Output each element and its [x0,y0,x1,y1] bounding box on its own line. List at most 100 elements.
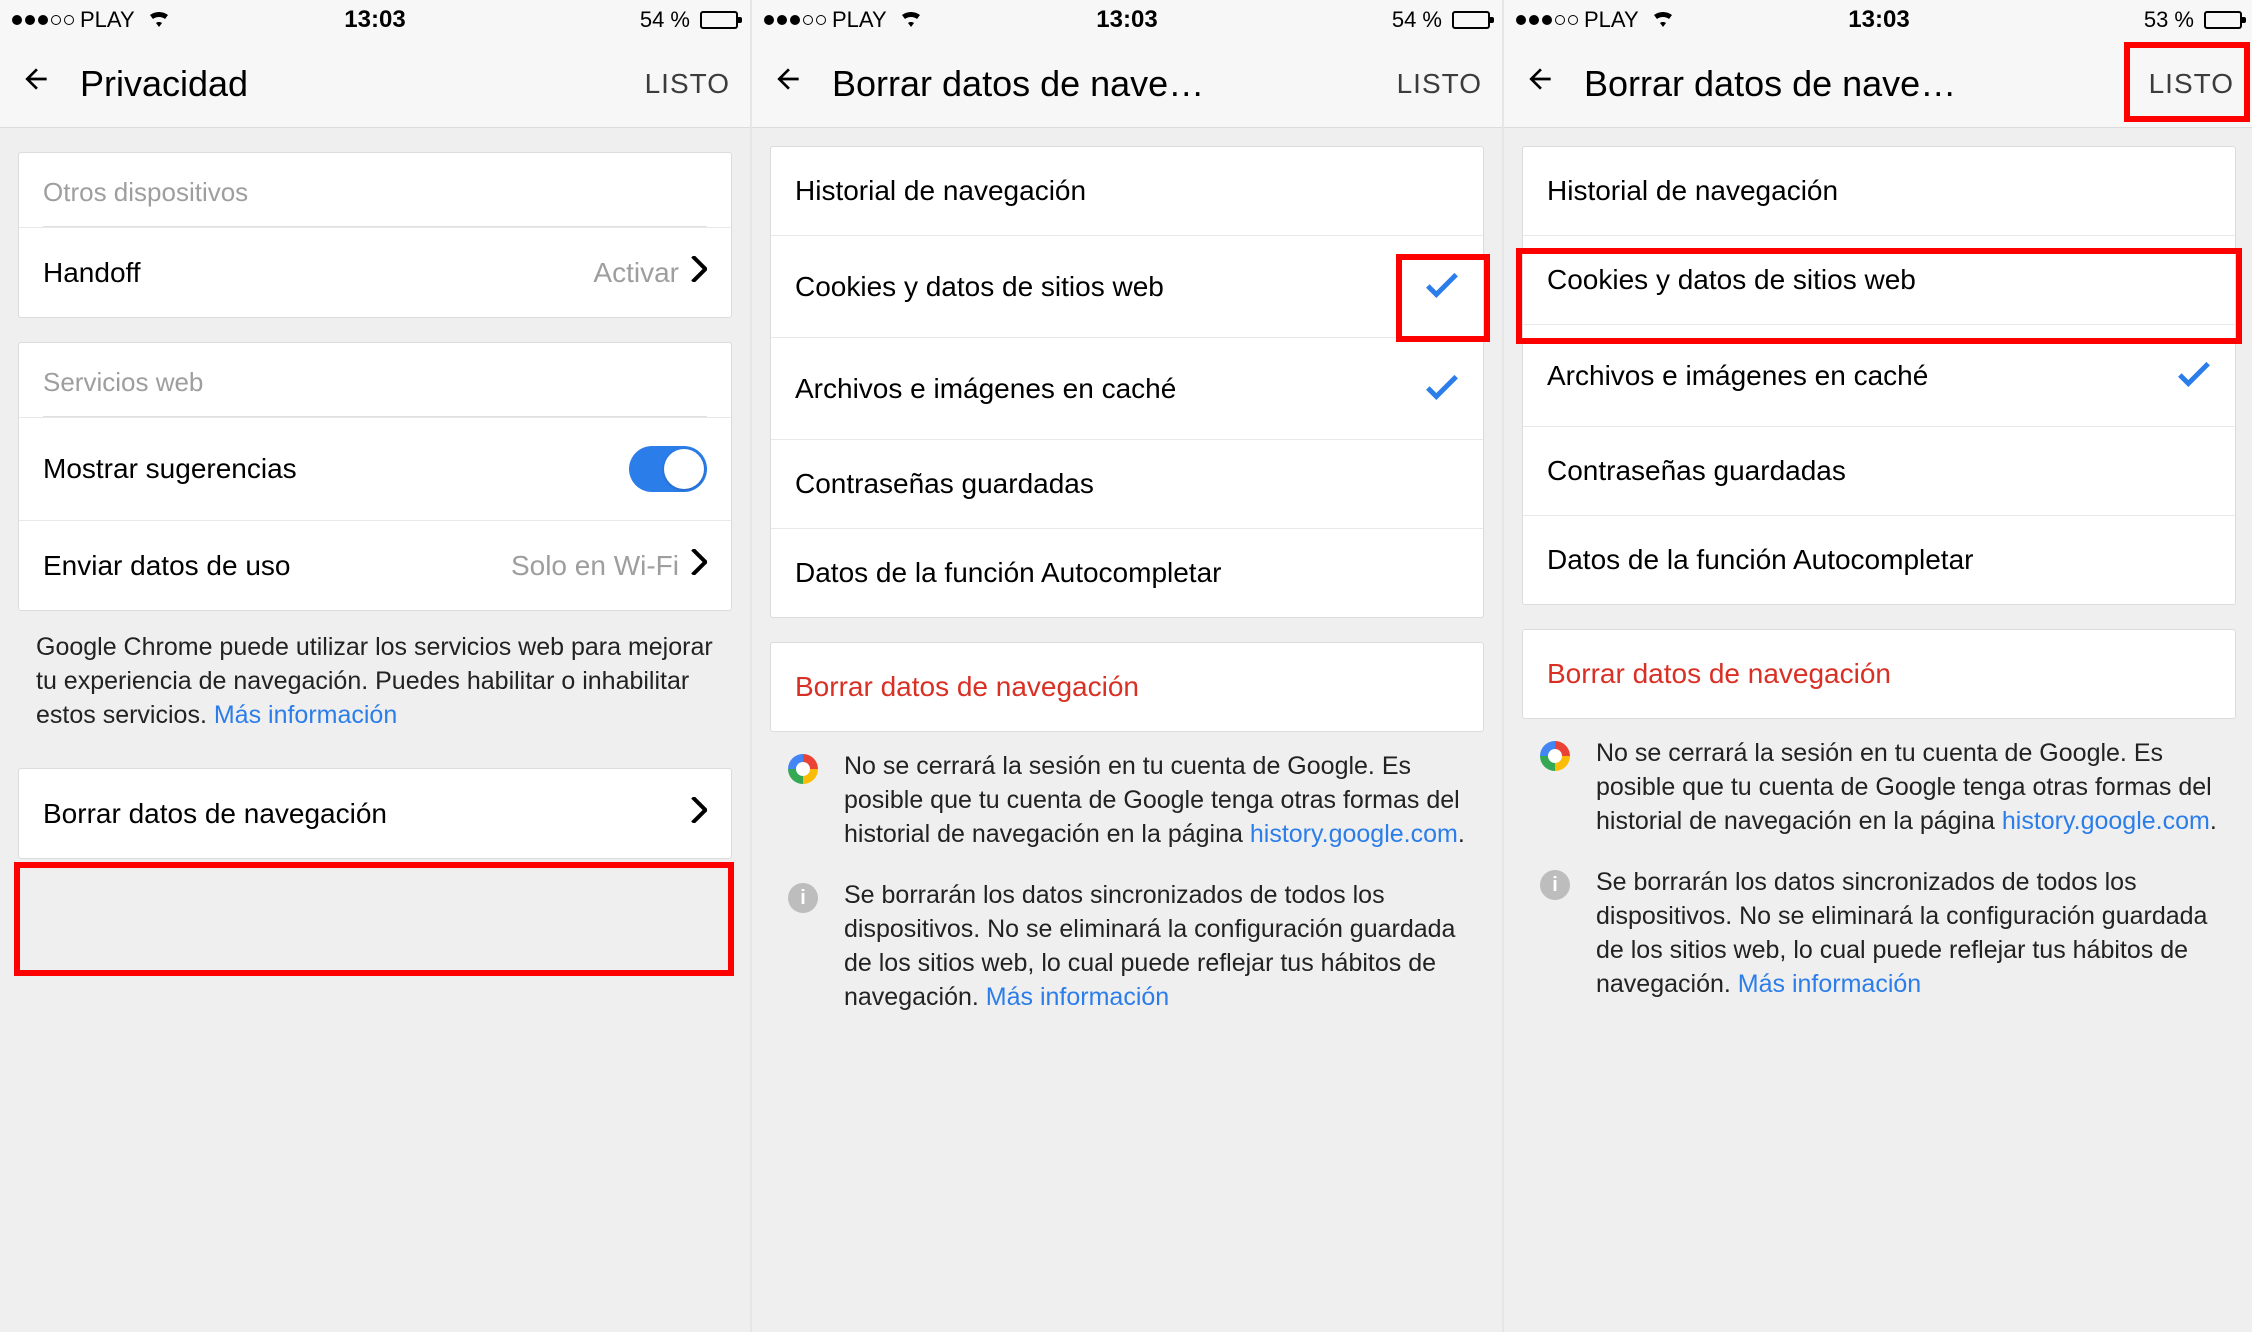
carrier-label: PLAY [832,7,887,33]
group-other-devices: Otros dispositivos Handoff Activar [18,152,732,318]
wifi-icon [899,7,923,33]
option-cookies[interactable]: Cookies y datos de sitios web [771,235,1483,337]
battery-icon [1452,11,1490,29]
info-icon: i [1540,870,1570,900]
signal-dots-icon [1516,15,1578,25]
info-google-account: No se cerrará la sesión en tu cuenta de … [752,732,1502,861]
page-title: Borrar datos de nave… [812,63,1397,105]
signal-dots-icon [12,15,74,25]
group-clear-data: Borrar datos de navegación [18,768,732,859]
group-data-types: Historial de navegación Cookies y datos … [770,146,1484,618]
back-icon[interactable] [772,62,812,105]
history-link[interactable]: history.google.com [2002,807,2210,835]
toggle-icon[interactable] [629,446,707,492]
option-history[interactable]: Historial de navegación [771,147,1483,235]
battery-label: 54 % [640,7,690,33]
battery-icon [700,11,738,29]
row-send-usage[interactable]: Enviar datos de uso Solo en Wi-Fi [19,520,731,610]
status-bar: PLAY 13:03 53 % [1504,0,2252,40]
carrier-label: PLAY [80,7,135,33]
row-label: Contraseñas guardadas [1547,455,2211,487]
info-icon: i [788,883,818,913]
done-button[interactable]: LISTO [2149,68,2234,100]
row-label: Historial de navegación [1547,175,2211,207]
row-label: Datos de la función Autocompletar [1547,544,2211,576]
more-info-link[interactable]: Más información [214,701,397,729]
row-label: Borrar datos de navegación [43,798,691,830]
row-label: Enviar datos de uso [43,550,511,582]
option-cache[interactable]: Archivos e imágenes en caché [1523,324,2235,426]
option-passwords[interactable]: Contraseñas guardadas [771,439,1483,528]
web-services-description: Google Chrome puede utilizar los servici… [0,611,750,744]
row-label: Archivos e imágenes en caché [795,373,1425,405]
done-button[interactable]: LISTO [645,68,730,100]
carrier-label: PLAY [1584,7,1639,33]
row-label: Handoff [43,257,593,289]
row-clear-browsing-data[interactable]: Borrar datos de navegación [19,769,731,858]
group-clear-action: Borrar datos de navegación [770,642,1484,732]
row-label: Mostrar sugerencias [43,453,629,485]
signal-dots-icon [764,15,826,25]
group-header: Otros dispositivos [19,153,731,226]
more-info-link[interactable]: Más información [986,983,1169,1011]
option-passwords[interactable]: Contraseñas guardadas [1523,426,2235,515]
row-value: Activar [593,257,679,289]
row-value: Solo en Wi-Fi [511,550,679,582]
row-label: Datos de la función Autocompletar [795,557,1459,589]
nav-bar: Borrar datos de nave… LISTO [1504,40,2252,128]
group-clear-action: Borrar datos de navegación [1522,629,2236,719]
row-label: Borrar datos de navegación [795,671,1459,703]
row-label: Cookies y datos de sitios web [795,271,1425,303]
more-info-link[interactable]: Más información [1738,970,1921,998]
check-icon [2177,353,2211,398]
row-label: Cookies y datos de sitios web [1547,264,2211,296]
wifi-icon [147,7,171,33]
phone-clear-data-1: PLAY 13:03 54 % Borrar datos de nave… LI… [752,0,1502,1332]
wifi-icon [1651,7,1675,33]
row-label: Historial de navegación [795,175,1459,207]
clear-data-button[interactable]: Borrar datos de navegación [1523,630,2235,718]
group-data-types: Historial de navegación Cookies y datos … [1522,146,2236,605]
status-bar: PLAY 13:03 54 % [752,0,1502,40]
check-icon [1425,366,1459,411]
info-google-account: No se cerrará la sesión en tu cuenta de … [1504,719,2252,848]
highlight-box [14,862,734,976]
chevron-right-icon [691,256,707,289]
check-icon [1425,264,1459,309]
chevron-right-icon [691,797,707,830]
time-label: 13:03 [1848,6,1909,34]
option-autofill[interactable]: Datos de la función Autocompletar [1523,515,2235,604]
phone-privacy: PLAY 13:03 54 % Privacidad LISTO Otros d… [0,0,750,1332]
row-label: Contraseñas guardadas [795,468,1459,500]
back-icon[interactable] [1524,62,1564,105]
row-show-suggestions[interactable]: Mostrar sugerencias [19,417,731,520]
page-title: Privacidad [60,63,645,105]
option-autofill[interactable]: Datos de la función Autocompletar [771,528,1483,617]
chevron-right-icon [691,549,707,582]
google-logo-icon [1540,741,1570,771]
row-label: Borrar datos de navegación [1547,658,2211,690]
row-label: Archivos e imágenes en caché [1547,360,2177,392]
info-sync: i Se borrarán los datos sincronizados de… [752,861,1502,1024]
option-history[interactable]: Historial de navegación [1523,147,2235,235]
status-bar: PLAY 13:03 54 % [0,0,750,40]
clear-data-button[interactable]: Borrar datos de navegación [771,643,1483,731]
battery-label: 53 % [2144,7,2194,33]
done-button[interactable]: LISTO [1397,68,1482,100]
time-label: 13:03 [344,6,405,34]
history-link[interactable]: history.google.com [1250,820,1458,848]
option-cookies[interactable]: Cookies y datos de sitios web [1523,235,2235,324]
option-cache[interactable]: Archivos e imágenes en caché [771,337,1483,439]
time-label: 13:03 [1096,6,1157,34]
phone-clear-data-2: PLAY 13:03 53 % Borrar datos de nave… LI… [1504,0,2252,1332]
nav-bar: Borrar datos de nave… LISTO [752,40,1502,128]
battery-icon [2204,11,2242,29]
back-icon[interactable] [20,62,60,105]
group-header: Servicios web [19,343,731,416]
row-handoff[interactable]: Handoff Activar [19,227,731,317]
google-logo-icon [788,754,818,784]
battery-label: 54 % [1392,7,1442,33]
group-web-services: Servicios web Mostrar sugerencias Enviar… [18,342,732,611]
nav-bar: Privacidad LISTO [0,40,750,128]
page-title: Borrar datos de nave… [1564,63,2149,105]
